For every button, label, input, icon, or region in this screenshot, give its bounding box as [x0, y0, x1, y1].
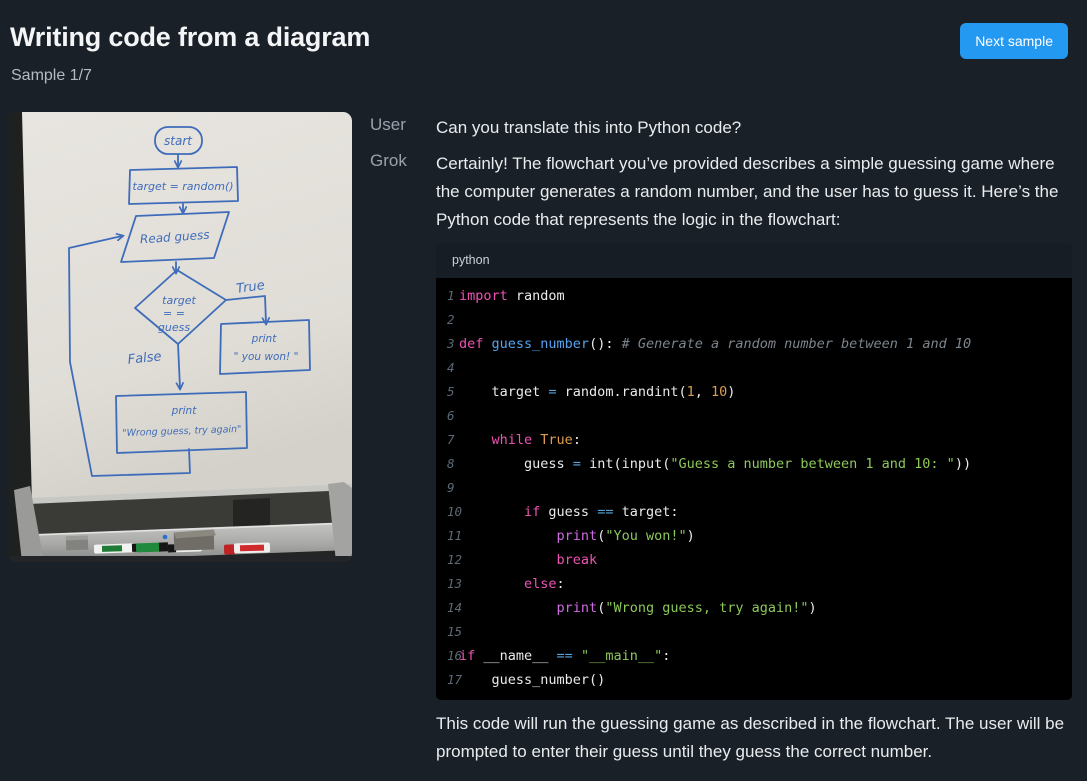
speaker-label-grok: Grok [370, 150, 436, 766]
tray-logo-dot [163, 535, 168, 540]
code-line: 7 while True: [436, 428, 1072, 452]
code-line: 16if __name__ == "__main__": [436, 644, 1072, 668]
code-line: 4 [436, 356, 1072, 380]
code-language-label: python [436, 243, 1072, 278]
flowchart-drawing: start target = random() Read guess targe… [8, 112, 352, 562]
code-line: 12 break [436, 548, 1072, 572]
code-line: 15 [436, 620, 1072, 644]
large-eraser [174, 529, 217, 550]
flowchart-cond-label-2: = = [163, 307, 185, 320]
flowchart-start-label: start [164, 134, 193, 148]
code-line: 9 [436, 476, 1072, 500]
chat-message-grok: Grok Certainly! The flowchart you’ve pro… [370, 150, 1075, 766]
code-line: 14 print("Wrong guess, try again!") [436, 596, 1072, 620]
code-block: python 1import random23def guess_number(… [436, 243, 1072, 700]
small-eraser [66, 536, 88, 551]
code-line: 11 print("You won!") [436, 524, 1072, 548]
code-line: 17 guess_number() [436, 668, 1072, 692]
flowchart-wrong-label-1: print [171, 405, 198, 417]
chat-panel: User Can you translate this into Python … [370, 114, 1075, 774]
flowchart-won-label-1: print [251, 333, 278, 345]
flowchart-cond-label-3: guess [158, 321, 190, 334]
code-line: 2 [436, 308, 1072, 332]
code-line: 1import random [436, 284, 1072, 308]
page-title: Writing code from a diagram [10, 22, 370, 53]
whiteboard-photo: start target = random() Read guess targe… [8, 112, 352, 562]
app-window: Writing code from a diagram Sample 1/7 N… [0, 0, 1087, 781]
code-line: 5 target = random.randint(1, 10) [436, 380, 1072, 404]
green-marker [136, 542, 168, 552]
speaker-label-user: User [370, 114, 436, 142]
grok-message-text: Certainly! The flowchart you’ve provided… [436, 150, 1076, 234]
code-line: 10 if guess == target: [436, 500, 1072, 524]
code-line: 13 else: [436, 572, 1072, 596]
whiteboard-surface [22, 112, 352, 504]
code-line: 6 [436, 404, 1072, 428]
chat-message-user: User Can you translate this into Python … [370, 114, 1075, 142]
green-label-marker [94, 543, 139, 554]
code-lines: 1import random23def guess_number(): # Ge… [436, 278, 1072, 700]
flowchart-cond-label-1: target [162, 294, 196, 307]
grok-closing-text: This code will run the guessing game as … [436, 710, 1076, 766]
code-line: 3def guess_number(): # Generate a random… [436, 332, 1072, 356]
user-message-text: Can you translate this into Python code? [436, 114, 1076, 142]
next-sample-button[interactable]: Next sample [960, 23, 1068, 59]
flowchart-assign-label: target = random() [132, 180, 233, 193]
sample-counter: Sample 1/7 [11, 67, 92, 85]
flowchart-won-label-2: " you won! " [234, 351, 299, 363]
code-line: 8 guess = int(input("Guess a number betw… [436, 452, 1072, 476]
